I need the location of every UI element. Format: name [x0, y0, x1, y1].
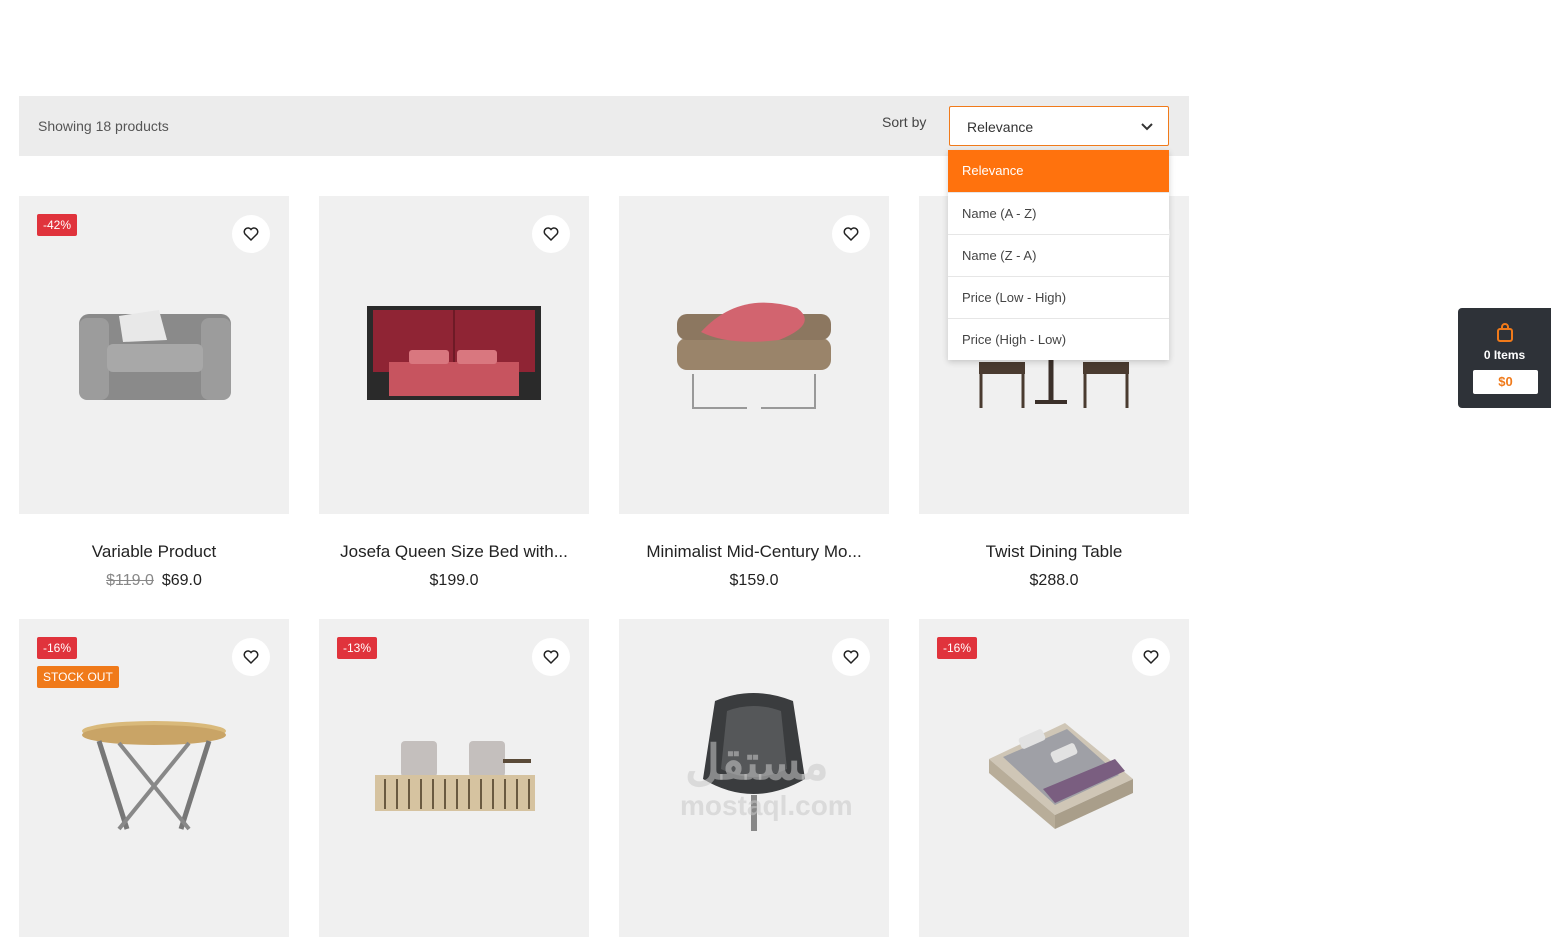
- current-price: $159.0: [729, 572, 779, 589]
- product-name[interactable]: Twist Dining Table: [919, 542, 1189, 562]
- product-name[interactable]: Minimalist Mid-Century Mo...: [619, 542, 889, 562]
- heart-icon: [243, 650, 259, 665]
- sort-option-price-asc[interactable]: Price (Low - High): [948, 276, 1169, 318]
- product-name[interactable]: Variable Product: [19, 542, 289, 562]
- product-price: $159.0: [619, 572, 889, 590]
- heart-icon: [243, 227, 259, 242]
- sort-option-name-asc[interactable]: Name (A - Z): [948, 192, 1169, 234]
- watermark-arabic: مستقل: [685, 737, 829, 790]
- old-price: $119.0: [106, 572, 154, 589]
- wishlist-button[interactable]: [232, 638, 270, 676]
- sort-option-price-desc[interactable]: Price (High - Low): [948, 318, 1169, 360]
- product-card[interactable]: -16%: [919, 619, 1189, 937]
- product-image[interactable]: -42%: [19, 196, 289, 514]
- product-count: Showing 18 products: [38, 118, 169, 134]
- product-card[interactable]: -16% STOCK OUT: [19, 619, 289, 937]
- product-name[interactable]: Josefa Queen Size Bed with...: [319, 542, 589, 562]
- product-image[interactable]: [319, 196, 589, 514]
- discount-badge: -42%: [37, 214, 78, 236]
- heart-icon: [543, 650, 559, 665]
- wishlist-button[interactable]: [832, 215, 870, 253]
- product-card[interactable]: Josefa Queen Size Bed with... $199.0: [319, 196, 589, 590]
- heart-icon: [843, 650, 859, 665]
- current-price: $199.0: [429, 572, 479, 589]
- sort-select-value: Relevance: [967, 119, 1034, 135]
- product-toolbar: Showing 18 products Sort by Relevance: [19, 96, 1189, 156]
- product-image[interactable]: -13%: [319, 619, 589, 937]
- wishlist-button[interactable]: [232, 215, 270, 253]
- stock-out-badge: STOCK OUT: [37, 666, 119, 688]
- wishlist-button[interactable]: [832, 638, 870, 676]
- cart-item-count: 0 Items: [1483, 348, 1526, 362]
- cart-total: $0: [1473, 370, 1538, 394]
- shopping-bag-icon: [1497, 323, 1513, 342]
- heart-icon: [843, 227, 859, 242]
- product-card[interactable]: Minimalist Mid-Century Mo... $159.0: [619, 196, 889, 590]
- product-image[interactable]: [619, 196, 889, 514]
- chevron-down-icon: [1141, 123, 1153, 131]
- heart-icon: [543, 227, 559, 242]
- mini-cart[interactable]: 0 Items $0: [1458, 308, 1551, 408]
- current-price: $288.0: [1029, 572, 1079, 589]
- product-price: $119.0 $69.0: [19, 572, 289, 590]
- product-image[interactable]: -16% STOCK OUT: [19, 619, 289, 937]
- wishlist-button[interactable]: [532, 638, 570, 676]
- discount-badge: -16%: [937, 637, 978, 659]
- product-card[interactable]: -13%: [319, 619, 589, 937]
- heart-icon: [1143, 650, 1159, 665]
- discount-badge: -13%: [337, 637, 378, 659]
- wishlist-button[interactable]: [532, 215, 570, 253]
- product-image[interactable]: -16%: [919, 619, 1189, 937]
- wishlist-button[interactable]: [1132, 638, 1170, 676]
- product-price: $288.0: [919, 572, 1189, 590]
- sort-select[interactable]: Relevance: [949, 106, 1169, 146]
- product-price: $199.0: [319, 572, 589, 590]
- discount-badge: -16%: [37, 637, 78, 659]
- sort-option-name-desc[interactable]: Name (Z - A): [948, 234, 1169, 276]
- sort-dropdown: Relevance Name (A - Z) Name (Z - A) Pric…: [948, 150, 1169, 360]
- sort-label: Sort by: [882, 114, 927, 130]
- product-card[interactable]: -42% Variable Product $119.0 $69.0: [19, 196, 289, 590]
- watermark-latin: mostaql.com: [680, 790, 853, 821]
- sort-option-relevance[interactable]: Relevance: [948, 150, 1169, 192]
- current-price: $69.0: [161, 572, 202, 589]
